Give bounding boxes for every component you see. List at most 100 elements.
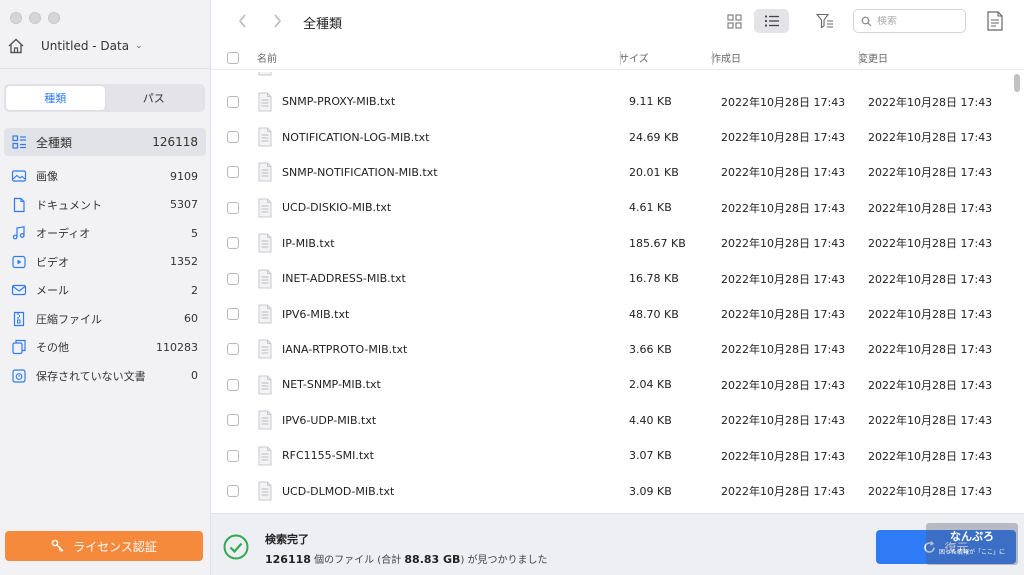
forward-icon[interactable] [267, 11, 287, 31]
row-checkbox[interactable] [227, 449, 239, 462]
scrollbar-thumb[interactable] [1014, 74, 1020, 92]
header-name[interactable]: 名前 [255, 50, 619, 65]
row-checkbox[interactable] [227, 378, 239, 391]
close-window-button[interactable] [10, 12, 22, 24]
file-modified: 2022年10月28日 17:43 [868, 308, 993, 322]
row-checkbox[interactable] [227, 343, 239, 356]
row-checkbox[interactable] [227, 201, 239, 214]
row-checkbox[interactable] [227, 272, 239, 285]
file-icon [257, 339, 273, 359]
file-size: 4.61 KB [629, 201, 672, 215]
volume-name: Untitled - Data [41, 39, 130, 53]
file-size: 24.69 KB [629, 130, 679, 144]
license-activation-button[interactable]: ライセンス認証 [5, 531, 203, 561]
file-modified: 2022年10月28日 17:43 [868, 95, 993, 109]
header-modified[interactable]: 変更日 [858, 50, 1024, 65]
segment-type[interactable]: 種類 [6, 86, 105, 110]
file-created: 2022年10月28日 17:43 [721, 166, 846, 180]
category-archive[interactable]: 圧縮ファイル 60 [0, 305, 210, 334]
table-row[interactable]: IP-MIB.txt 185.67 KB 2022年10月28日 17:43 2022… [211, 226, 1006, 261]
table-row[interactable]: NOTIFICATION-LOG-MIB.txt 24.69 KB 2022年10月… [211, 119, 1006, 154]
unsaved-doc-icon [10, 367, 28, 385]
category-label: 全種類 [36, 135, 73, 150]
category-image[interactable]: 画像 9109 [0, 162, 210, 191]
header-created[interactable]: 作成日 [711, 50, 858, 65]
back-icon[interactable] [233, 11, 253, 31]
key-icon [51, 539, 65, 553]
category-unsaved-doc[interactable]: 保存されていない文書 0 [0, 362, 210, 391]
table-row[interactable]: SNMP-NOTIFICATION-MIB.txt 20.01 KB 2022年10… [211, 155, 1006, 190]
image-icon [10, 167, 28, 185]
category-document[interactable]: ドキュメント 5307 [0, 191, 210, 220]
row-checkbox[interactable] [227, 485, 239, 498]
file-name: IANA-RTPROTO-MIB.txt [282, 342, 408, 356]
file-icon [257, 375, 273, 395]
category-all[interactable]: 全種類 126118 [4, 128, 206, 156]
file-name: INET-ADDRESS-MIB.txt [282, 272, 406, 286]
row-checkbox[interactable] [227, 131, 239, 144]
file-size: 3.07 KB [629, 449, 672, 463]
table-row[interactable]: SNMP-PROXY-MIB.txt 9.11 KB 2022年10月28日 17:… [211, 84, 1006, 119]
home-icon[interactable] [6, 36, 26, 56]
file-modified: 2022年10月28日 17:43 [868, 414, 993, 428]
file-name: NET-SNMP-MIB.txt [282, 378, 381, 392]
column-divider[interactable] [712, 51, 713, 65]
watermark: なんぷろ 困った情報が「ここ」に [926, 523, 1018, 565]
row-checkbox[interactable] [227, 166, 239, 179]
file-created: 2022年10月28日 17:43 [721, 272, 846, 286]
scrollbar[interactable] [1013, 72, 1020, 505]
summary-text-a: 個のファイル (合計 [314, 555, 402, 566]
category-label: 画像 [36, 170, 58, 184]
row-checkbox[interactable] [227, 237, 239, 250]
zoom-window-button[interactable] [48, 12, 60, 24]
grid-view-icon[interactable] [723, 10, 745, 32]
file-size: 3.66 KB [629, 342, 672, 356]
category-audio[interactable]: オーディオ 5 [0, 219, 210, 248]
file-created: 2022年10月28日 17:43 [721, 449, 846, 463]
search-box[interactable] [853, 9, 966, 33]
file-modified: 2022年10月28日 17:43 [868, 201, 993, 215]
table-row[interactable]: INET-ADDRESS-MIB.txt 16.78 KB 2022年10月28日 … [211, 261, 1006, 296]
select-all-checkbox[interactable] [227, 51, 239, 64]
summary-text-b: ) が見つかりました [460, 555, 548, 566]
table-row[interactable]: UCD-DISKIO-MIB.txt 4.61 KB 2022年10月28日 17:… [211, 190, 1006, 225]
file-icon [257, 72, 273, 81]
file-icon [257, 304, 273, 324]
total-size: 88.83 GB [404, 553, 461, 566]
preview-doc-icon[interactable] [983, 9, 1007, 33]
category-list: 全種類 126118 画像 9109 ドキュメント 5307 オーディオ 5 ビ… [0, 128, 210, 390]
table-row[interactable]: IPV6-MIB.txt 48.70 KB 2022年10月28日 17:43 202… [211, 296, 1006, 331]
column-divider[interactable] [620, 51, 621, 65]
row-checkbox[interactable] [227, 95, 239, 108]
file-modified: 2022年10月28日 17:43 [868, 485, 993, 499]
file-list: SNMP-PROXY-MIB.txt 9.11 KB 2022年10月28日 17:… [211, 72, 1006, 505]
column-divider[interactable] [859, 51, 860, 65]
list-view-icon[interactable] [754, 9, 789, 33]
category-other[interactable]: その他 110283 [0, 333, 210, 362]
file-icon [257, 198, 273, 218]
file-size: 2.04 KB [629, 378, 672, 392]
table-row[interactable]: UCD-DLMOD-MIB.txt 3.09 KB 2022年10月28日 17:4… [211, 473, 1006, 505]
table-row[interactable]: IANA-RTPROTO-MIB.txt 3.66 KB 2022年10月28日 1… [211, 332, 1006, 367]
all-types-icon [10, 133, 28, 151]
file-name: UCD-DLMOD-MIB.txt [282, 484, 395, 498]
filter-icon[interactable] [814, 10, 836, 32]
row-checkbox[interactable] [227, 308, 239, 321]
minimize-window-button[interactable] [29, 12, 41, 24]
file-created: 2022年10月28日 17:43 [721, 485, 846, 499]
file-name: SNMP-NOTIFICATION-MIB.txt [282, 165, 438, 179]
category-mail[interactable]: メール 2 [0, 276, 210, 305]
header-size[interactable]: サイズ [619, 50, 711, 65]
table-row[interactable]: NET-SNMP-MIB.txt 2.04 KB 2022年10月28日 17:43… [211, 367, 1006, 402]
sidebar: Untitled - Data ⌄ 種類 パス 全種類 126118 画像 91… [0, 0, 211, 575]
search-input[interactable] [877, 15, 957, 27]
category-label: 圧縮ファイル [36, 312, 102, 326]
row-checkbox[interactable] [227, 414, 239, 427]
file-icon [257, 127, 273, 147]
table-row[interactable]: RFC1155-SMI.txt 3.07 KB 2022年10月28日 17:43 2… [211, 438, 1006, 473]
volume-selector[interactable]: Untitled - Data ⌄ [6, 36, 204, 56]
segment-path[interactable]: パス [105, 86, 204, 110]
category-video[interactable]: ビデオ 1352 [0, 248, 210, 277]
table-row[interactable]: IPV6-UDP-MIB.txt 4.40 KB 2022年10月28日 17:43… [211, 403, 1006, 438]
status-bar: 検索完了 126118 個のファイル (合計 88.83 GB) が見つかりまし… [211, 513, 1024, 575]
